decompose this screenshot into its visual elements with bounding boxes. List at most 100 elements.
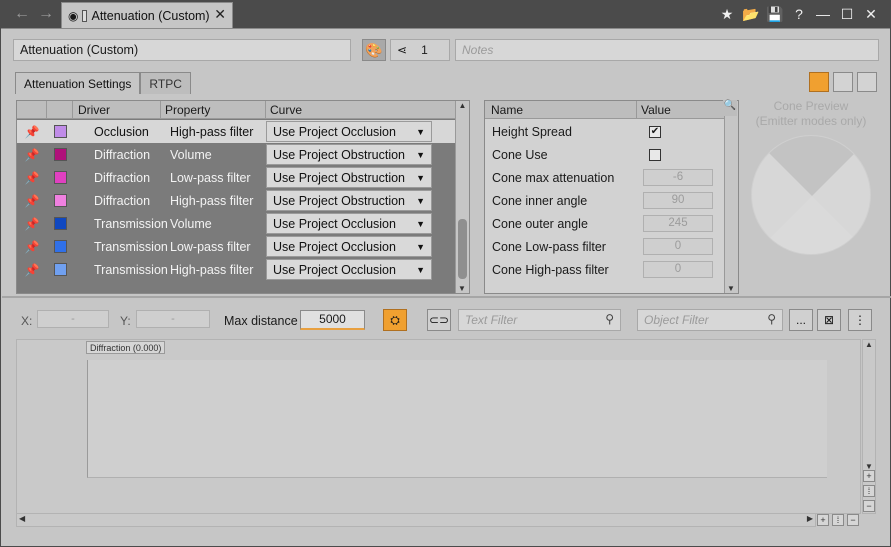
layout-single-icon[interactable] bbox=[809, 72, 829, 92]
curve-row[interactable]: 📌 Transmission High-pass filter Use Project… bbox=[17, 258, 457, 281]
color-swatch[interactable] bbox=[47, 263, 73, 276]
pin-icon[interactable]: 📌 bbox=[17, 171, 47, 185]
max-distance-input[interactable]: 5000 bbox=[300, 310, 365, 330]
property-number-input[interactable]: 90 bbox=[643, 192, 713, 209]
curve-row[interactable]: 📌 Transmission Low-pass filter Use Project … bbox=[17, 235, 457, 258]
object-name-input[interactable]: Attenuation (Custom) bbox=[13, 39, 351, 61]
property-value: ✔ bbox=[643, 125, 715, 138]
column-value[interactable]: Value bbox=[637, 101, 725, 118]
curve-row[interactable]: 📌 Occlusion High-pass filter Use Project Oc… bbox=[17, 120, 457, 143]
splitter[interactable] bbox=[2, 296, 891, 298]
forward-icon[interactable]: → bbox=[36, 4, 56, 24]
zoom-out-vertical-icon[interactable]: − bbox=[863, 500, 875, 512]
curve-row[interactable]: 📌 Diffraction Volume Use Project Obstructio… bbox=[17, 143, 457, 166]
share-icon: ⋖ bbox=[397, 43, 408, 57]
scroll-thumb[interactable] bbox=[458, 219, 467, 279]
minimize-icon[interactable]: — bbox=[811, 4, 835, 24]
layout-split-vertical-icon[interactable] bbox=[833, 72, 853, 92]
layout-split-horizontal-icon[interactable] bbox=[857, 72, 877, 92]
property-name: Cone max attenuation bbox=[492, 170, 615, 185]
pin-icon[interactable]: 📌 bbox=[17, 125, 47, 139]
document-tab[interactable]: ◉ Attenuation (Custom) ✕ bbox=[61, 2, 233, 28]
curve-row[interactable]: 📌 Diffraction High-pass filter Use Project … bbox=[17, 189, 457, 212]
column-driver[interactable]: Driver bbox=[73, 101, 161, 118]
property-grid-scrollbar[interactable]: ▼ bbox=[724, 101, 738, 293]
curve-dropdown[interactable]: Use Project Occlusion ▼ bbox=[266, 213, 432, 234]
zoom-in-vertical-icon[interactable]: + bbox=[863, 470, 875, 482]
property-number-input[interactable]: 245 bbox=[643, 215, 713, 232]
curve-row[interactable]: 📌 Diffraction Low-pass filter Use Project O… bbox=[17, 166, 457, 189]
swatch-fill bbox=[53, 125, 67, 138]
zoom-out-horizontal-icon[interactable]: − bbox=[847, 514, 859, 526]
text-filter-input[interactable]: Text Filter ⚲ bbox=[458, 309, 621, 331]
color-swatch[interactable] bbox=[47, 171, 73, 184]
swatch-fill bbox=[53, 148, 67, 161]
vs-icon[interactable]: ⊠ bbox=[817, 309, 841, 331]
tab-attenuation-settings[interactable]: Attenuation Settings bbox=[15, 72, 141, 94]
favorite-icon[interactable]: ★ bbox=[715, 4, 739, 24]
curve-dropdown[interactable]: Use Project Occlusion ▼ bbox=[266, 121, 432, 142]
property-number-input[interactable]: 0 bbox=[643, 238, 713, 255]
link-icon[interactable]: ⊂⊃ bbox=[427, 309, 451, 331]
fit-view-icon[interactable]: ⛭ bbox=[383, 309, 407, 331]
color-palette-icon[interactable]: 🎨 bbox=[362, 39, 386, 61]
pin-icon[interactable]: 📌 bbox=[17, 148, 47, 162]
curve-value: Use Project Obstruction bbox=[273, 193, 405, 208]
column-curve[interactable]: Curve bbox=[266, 101, 457, 118]
chevron-down-icon: ▼ bbox=[416, 218, 425, 229]
curve-dropdown[interactable]: Use Project Obstruction ▼ bbox=[266, 167, 432, 188]
attenuation-graph[interactable] bbox=[16, 339, 861, 514]
color-swatch[interactable] bbox=[47, 240, 73, 253]
curve-dropdown[interactable]: Use Project Obstruction ▼ bbox=[266, 144, 432, 165]
property-checkbox[interactable]: ✔ bbox=[649, 125, 661, 138]
color-swatch[interactable] bbox=[47, 217, 73, 230]
property-row: Cone outer angle 245 bbox=[485, 212, 725, 235]
swatch-fill bbox=[53, 240, 67, 253]
property-name: Cone outer angle bbox=[492, 216, 588, 231]
curve-grid-scrollbar[interactable]: ▲ ▼ bbox=[455, 101, 469, 293]
menu-button[interactable]: ⋮ bbox=[848, 309, 872, 331]
y-field[interactable]: - bbox=[136, 310, 210, 328]
curve-grid: Driver Property Curve 📌 Occlusion High-pas… bbox=[16, 100, 470, 294]
property-value: 0 bbox=[643, 238, 715, 255]
property-value: 245 bbox=[643, 215, 715, 232]
notes-input[interactable]: Notes bbox=[455, 39, 879, 61]
curve-dropdown[interactable]: Use Project Occlusion ▼ bbox=[266, 236, 432, 257]
tab-rtpc[interactable]: RTPC bbox=[140, 72, 191, 94]
close-tab-icon[interactable]: ✕ bbox=[214, 6, 226, 23]
x-field[interactable]: - bbox=[37, 310, 109, 328]
help-icon[interactable]: ? bbox=[787, 4, 811, 24]
open-folder-icon[interactable]: 📂 bbox=[739, 4, 763, 24]
curve-dropdown[interactable]: Use Project Occlusion ▼ bbox=[266, 259, 432, 280]
column-name[interactable]: Name bbox=[485, 101, 637, 118]
curve-dropdown[interactable]: Use Project Obstruction ▼ bbox=[266, 190, 432, 211]
pin-icon[interactable]: 📌 bbox=[17, 194, 47, 208]
column-property[interactable]: Property bbox=[161, 101, 266, 118]
graph-plot-area[interactable] bbox=[87, 360, 827, 478]
zoom-fit-vertical-icon[interactable]: ⁞ bbox=[863, 485, 875, 497]
property-value: 90 bbox=[643, 192, 715, 209]
pin-icon[interactable]: 📌 bbox=[17, 263, 47, 277]
color-swatch[interactable] bbox=[47, 194, 73, 207]
save-icon[interactable]: 💾 bbox=[763, 4, 787, 24]
more-button[interactable]: ... bbox=[789, 309, 813, 331]
back-icon[interactable]: ← bbox=[12, 4, 32, 24]
pin-icon[interactable]: 📌 bbox=[17, 240, 47, 254]
property-grid: Name Value Height Spread ✔ Cone Use Cone ma… bbox=[484, 100, 739, 294]
property-search-icon[interactable]: 🔍 bbox=[723, 100, 737, 116]
curve-row[interactable]: 📌 Transmission Volume Use Project Occlusion… bbox=[17, 212, 457, 235]
color-swatch[interactable] bbox=[47, 148, 73, 161]
object-filter-input[interactable]: Object Filter ⚲ bbox=[637, 309, 783, 331]
color-swatch[interactable] bbox=[47, 125, 73, 138]
graph-horizontal-scrollbar[interactable]: ◀ ▶ bbox=[16, 513, 816, 527]
property-number-input[interactable]: 0 bbox=[643, 261, 713, 278]
zoom-fit-horizontal-icon[interactable]: ⁞ bbox=[832, 514, 844, 526]
driver-cell: Diffraction bbox=[94, 170, 151, 185]
property-number-input[interactable]: -6 bbox=[643, 169, 713, 186]
pin-icon[interactable]: 📌 bbox=[17, 217, 47, 231]
references-button[interactable]: ⋖ 1 bbox=[390, 39, 450, 61]
maximize-icon[interactable]: ☐ bbox=[835, 4, 859, 24]
property-checkbox[interactable] bbox=[649, 148, 661, 161]
zoom-in-horizontal-icon[interactable]: + bbox=[817, 514, 829, 526]
close-window-icon[interactable]: ✕ bbox=[859, 4, 883, 24]
